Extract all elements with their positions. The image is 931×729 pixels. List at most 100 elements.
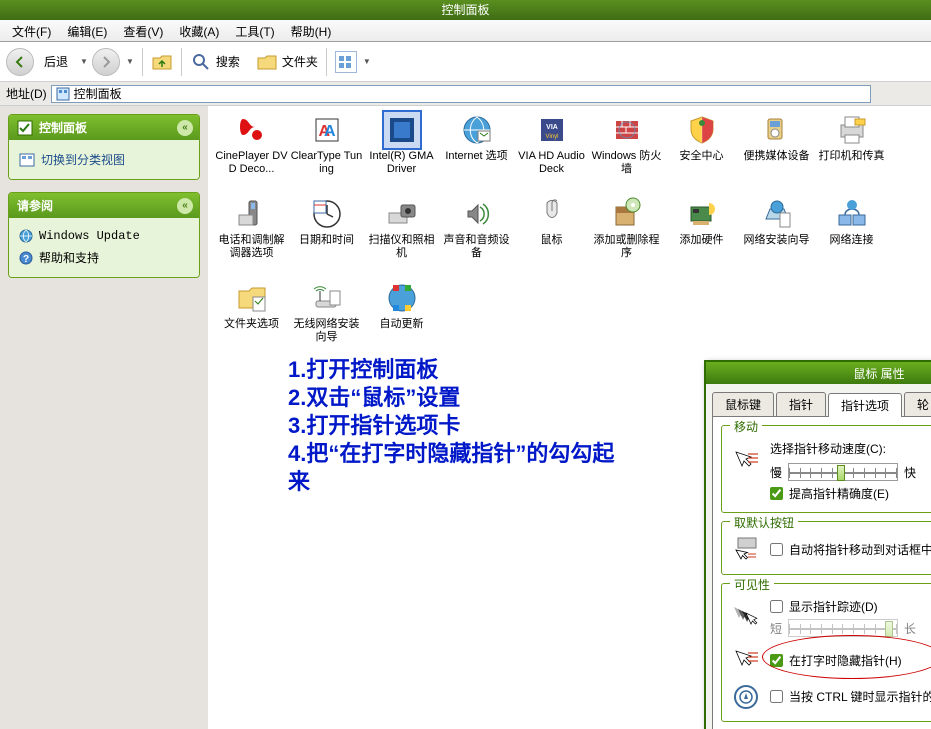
tab-pointer-options[interactable]: 指针选项 xyxy=(828,393,902,417)
scanners-cameras-icon xyxy=(384,196,420,232)
cp-item-add-remove-programs[interactable]: 添加或删除程序 xyxy=(590,196,663,274)
search-label[interactable]: 搜索 xyxy=(216,53,240,70)
cp-item-auto-updates[interactable]: 自动更新 xyxy=(365,280,438,358)
tab-pointers[interactable]: 指针 xyxy=(776,392,826,416)
enhance-precision-checkbox[interactable] xyxy=(770,487,783,500)
date-time-icon xyxy=(309,196,345,232)
network-setup-wizard-icon xyxy=(759,196,795,232)
menu-tools[interactable]: 工具(T) xyxy=(227,20,282,41)
cp-item-mouse[interactable]: 鼠标 xyxy=(515,196,588,274)
snapto-icon xyxy=(732,536,762,562)
internet-options-icon xyxy=(459,112,495,148)
wireless-setup-icon xyxy=(309,280,345,316)
pointer-trails-label: 显示指针踪迹(D) xyxy=(789,598,878,615)
cp-label: 便携媒体设备 xyxy=(744,150,810,163)
cp-item-via-hd-audio[interactable]: VIAVinylVIA HD Audio Deck xyxy=(515,112,588,190)
folders-icon[interactable] xyxy=(256,51,278,73)
cp-item-network-setup-wizard[interactable]: 网络安装向导 xyxy=(740,196,813,274)
up-folder-button[interactable] xyxy=(151,51,173,73)
cp-item-intel-gma[interactable]: Intel(R) GMA Driver xyxy=(365,112,438,190)
cp-label: 日期和时间 xyxy=(299,234,354,247)
cp-label: 自动更新 xyxy=(380,318,424,331)
back-button[interactable] xyxy=(6,48,34,76)
folders-label[interactable]: 文件夹 xyxy=(282,53,318,70)
svg-text:Vinyl: Vinyl xyxy=(545,134,558,140)
hide-while-typing-icon xyxy=(732,647,762,673)
menu-help[interactable]: 帮助(H) xyxy=(283,20,340,41)
group-snapto-title: 取默认按钮 xyxy=(730,514,798,531)
cp-label: 无线网络安装向导 xyxy=(290,318,363,344)
cp-item-security-center[interactable]: 安全中心 xyxy=(665,112,738,190)
switch-category-label: 切换到分类视图 xyxy=(41,151,125,168)
globe-icon xyxy=(19,229,33,243)
cp-label: 声音和音频设备 xyxy=(440,234,513,260)
instruction-4: 4.把“在打字时隐藏指针”的勾勾起来 xyxy=(288,440,618,496)
views-dropdown-icon[interactable]: ▼ xyxy=(363,57,371,66)
views-button[interactable] xyxy=(335,51,357,73)
cp-item-scanners-cameras[interactable]: 扫描仪和照相机 xyxy=(365,196,438,274)
toolbar-divider xyxy=(142,48,143,76)
speed-slow-label: 慢 xyxy=(770,464,782,481)
menu-favorites[interactable]: 收藏(A) xyxy=(171,20,227,41)
panel-header-see-also[interactable]: 请参阅 « xyxy=(9,193,199,218)
menu-view[interactable]: 查看(V) xyxy=(115,20,171,41)
cp-item-portable-media[interactable]: 便携媒体设备 xyxy=(740,112,813,190)
cp-item-folder-options[interactable]: 文件夹选项 xyxy=(215,280,288,358)
group-motion-title: 移动 xyxy=(730,418,762,435)
tab-wheel[interactable]: 轮 xyxy=(904,392,931,416)
pointer-speed-label: 选择指针移动速度(C): xyxy=(770,440,931,457)
cp-item-add-hardware[interactable]: 添加硬件 xyxy=(665,196,738,274)
tab-buttons[interactable]: 鼠标键 xyxy=(712,392,774,416)
collapse-icon[interactable]: « xyxy=(177,120,193,136)
address-label: 地址(D) xyxy=(6,85,47,102)
windows-firewall-icon xyxy=(609,112,645,148)
menu-edit[interactable]: 编辑(E) xyxy=(59,20,115,41)
cp-item-sounds-audio[interactable]: 声音和音频设备 xyxy=(440,196,513,274)
pointer-speed-icon xyxy=(732,448,762,474)
forward-button[interactable] xyxy=(92,48,120,76)
cp-item-network-connections[interactable]: 网络连接 xyxy=(815,196,888,274)
instruction-2: 2.双击“鼠标”设置 xyxy=(288,384,618,412)
auto-updates-icon xyxy=(384,280,420,316)
cp-item-windows-firewall[interactable]: Windows 防火墙 xyxy=(590,112,663,190)
group-visibility-title: 可见性 xyxy=(730,576,774,593)
cp-item-printers-fax[interactable]: 打印机和传真 xyxy=(815,112,888,190)
menubar: 文件(F) 编辑(E) 查看(V) 收藏(A) 工具(T) 帮助(H) xyxy=(0,20,931,42)
cineplayer-icon xyxy=(234,112,270,148)
cp-label: 文件夹选项 xyxy=(224,318,279,331)
address-input[interactable]: 控制面板 xyxy=(51,85,871,103)
cp-item-cineplayer[interactable]: CinePlayer DVD Deco... xyxy=(215,112,288,190)
control-panel-icon xyxy=(56,87,70,101)
cp-label: 安全中心 xyxy=(680,150,724,163)
cp-item-internet-options[interactable]: Internet 选项 xyxy=(440,112,513,190)
panel-header-control-panel[interactable]: 控制面板 « xyxy=(9,115,199,140)
mouse-icon xyxy=(534,196,570,232)
snapto-checkbox[interactable] xyxy=(770,543,783,556)
cp-item-date-time[interactable]: 日期和时间 xyxy=(290,196,363,274)
forward-dropdown-icon[interactable]: ▼ xyxy=(126,57,134,66)
cp-item-cleartype[interactable]: AAClearType Tuning xyxy=(290,112,363,190)
ctrl-locate-checkbox[interactable] xyxy=(770,690,783,703)
mouse-properties-dialog: 鼠标 属性 ? ✕ 鼠标键 指针 指针选项 轮 硬件 移动 xyxy=(704,360,931,729)
cp-item-phone-modem[interactable]: 电话和调制解调器选项 xyxy=(215,196,288,274)
back-dropdown-icon[interactable]: ▼ xyxy=(80,57,88,66)
cp-item-wireless-setup[interactable]: 无线网络安装向导 xyxy=(290,280,363,358)
menu-file[interactable]: 文件(F) xyxy=(4,20,59,41)
tabs-row: 鼠标键 指针 指针选项 轮 硬件 xyxy=(706,384,931,416)
back-label: 后退 xyxy=(44,53,68,70)
collapse-icon-2[interactable]: « xyxy=(177,198,193,214)
switch-category-view-link[interactable]: 切换到分类视图 xyxy=(19,148,189,171)
pointer-trails-checkbox[interactable] xyxy=(770,600,783,613)
speed-fast-label: 快 xyxy=(904,464,916,481)
intel-gma-icon xyxy=(384,112,420,148)
pointer-speed-slider[interactable] xyxy=(788,463,898,481)
security-center-icon xyxy=(684,112,720,148)
help-support-link[interactable]: ? 帮助和支持 xyxy=(19,246,189,269)
windows-update-link[interactable]: Windows Update xyxy=(19,226,189,246)
panel-control-panel: 控制面板 « 切换到分类视图 xyxy=(8,114,200,180)
portable-media-icon xyxy=(759,112,795,148)
phone-modem-icon xyxy=(234,196,270,232)
search-icon[interactable] xyxy=(190,51,212,73)
toolbar-divider-3 xyxy=(326,48,327,76)
windows-update-label: Windows Update xyxy=(39,229,140,243)
